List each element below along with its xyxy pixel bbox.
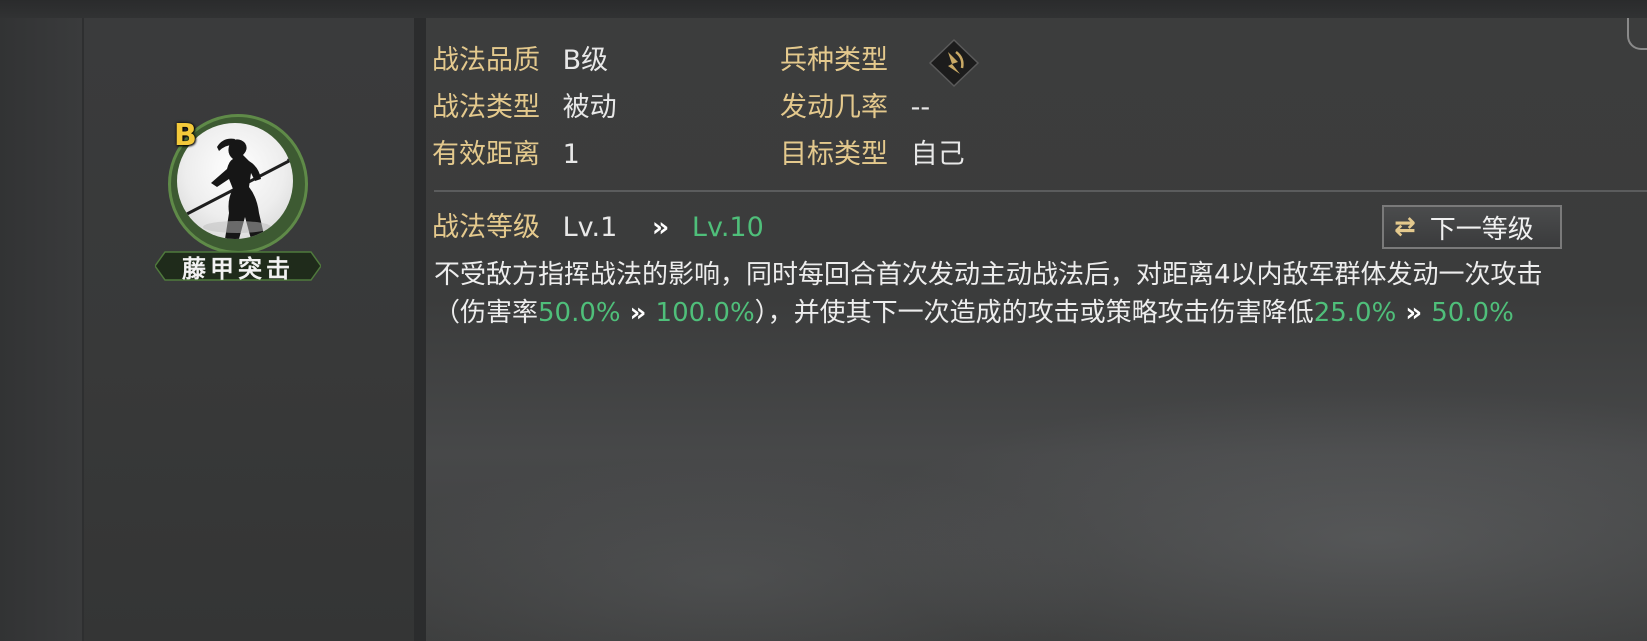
attr-target: 目标类型 自己	[780, 137, 965, 173]
attr-type: 战法类型 被动	[432, 90, 617, 126]
panel-divider	[414, 18, 426, 641]
trigger-value: --	[910, 92, 931, 123]
attr-range: 有效距离 1	[432, 137, 580, 173]
skill-description: 不受敌方指挥战法的影响，同时每回合首次发动主动战法后，对距离4以内敌军群体发动一…	[434, 256, 1574, 332]
damage-rate-max: 100.0%	[655, 298, 755, 328]
trigger-label: 发动几率	[780, 92, 888, 123]
quality-value: B级	[562, 45, 609, 76]
target-value: 自己	[910, 139, 965, 170]
range-label: 有效距离	[432, 139, 540, 170]
skill-name-plate: 藤甲突击	[155, 248, 321, 284]
desc-part2: ），并使其下一次造成的攻击或策略攻击伤害降低	[754, 298, 1314, 328]
level-arrow: »	[651, 212, 670, 243]
quality-label: 战法品质	[432, 45, 540, 76]
attr-trigger: 发动几率 --	[780, 90, 930, 126]
troop-label: 兵种类型	[780, 45, 888, 76]
level-current: Lv.1	[562, 212, 618, 243]
target-label: 目标类型	[780, 139, 888, 170]
damage-rate-min: 50.0%	[538, 298, 621, 328]
top-strip	[0, 0, 1647, 18]
corner-decoration	[1627, 18, 1647, 50]
next-level-label: 下一等级	[1429, 214, 1534, 245]
attr-quality: 战法品质 B级	[432, 43, 608, 79]
attr-troop: 兵种类型	[780, 43, 888, 79]
range-value: 1	[562, 139, 580, 170]
damage-rate-arrow: »	[620, 298, 656, 328]
troop-type-icon[interactable]	[926, 38, 982, 88]
next-level-button[interactable]: ⇄ 下一等级	[1382, 205, 1562, 249]
reduction-arrow: »	[1396, 298, 1432, 328]
section-divider	[434, 190, 1647, 192]
type-value: 被动	[562, 92, 617, 123]
level-max: Lv.10	[691, 212, 764, 243]
level-row: 战法等级 Lv.1 » Lv.10	[432, 210, 764, 246]
level-label: 战法等级	[432, 212, 540, 243]
swap-icon: ⇄	[1394, 212, 1416, 242]
left-edge-panel	[0, 18, 82, 641]
skill-icon-panel	[84, 18, 414, 641]
skill-grade-letter: B	[174, 118, 197, 153]
reduction-min: 25.0%	[1313, 298, 1397, 328]
reduction-max: 50.0%	[1431, 298, 1514, 328]
skill-icon[interactable]: B	[168, 114, 308, 254]
type-label: 战法类型	[432, 92, 540, 123]
skill-name: 藤甲突击	[182, 253, 294, 283]
